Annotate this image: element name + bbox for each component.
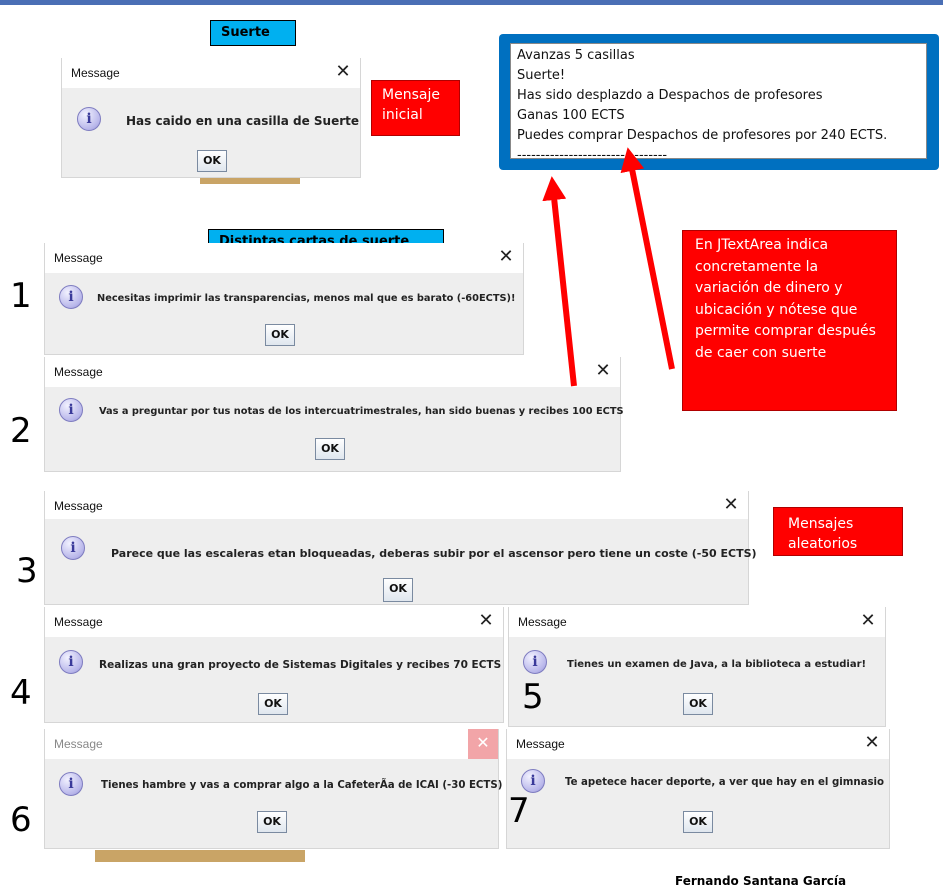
author-credit: Fernando Santana García xyxy=(675,874,847,888)
arrow-to-puedes-comprar xyxy=(620,147,675,370)
annotation-arrows xyxy=(542,147,675,387)
arrow-to-ganas xyxy=(542,176,577,387)
